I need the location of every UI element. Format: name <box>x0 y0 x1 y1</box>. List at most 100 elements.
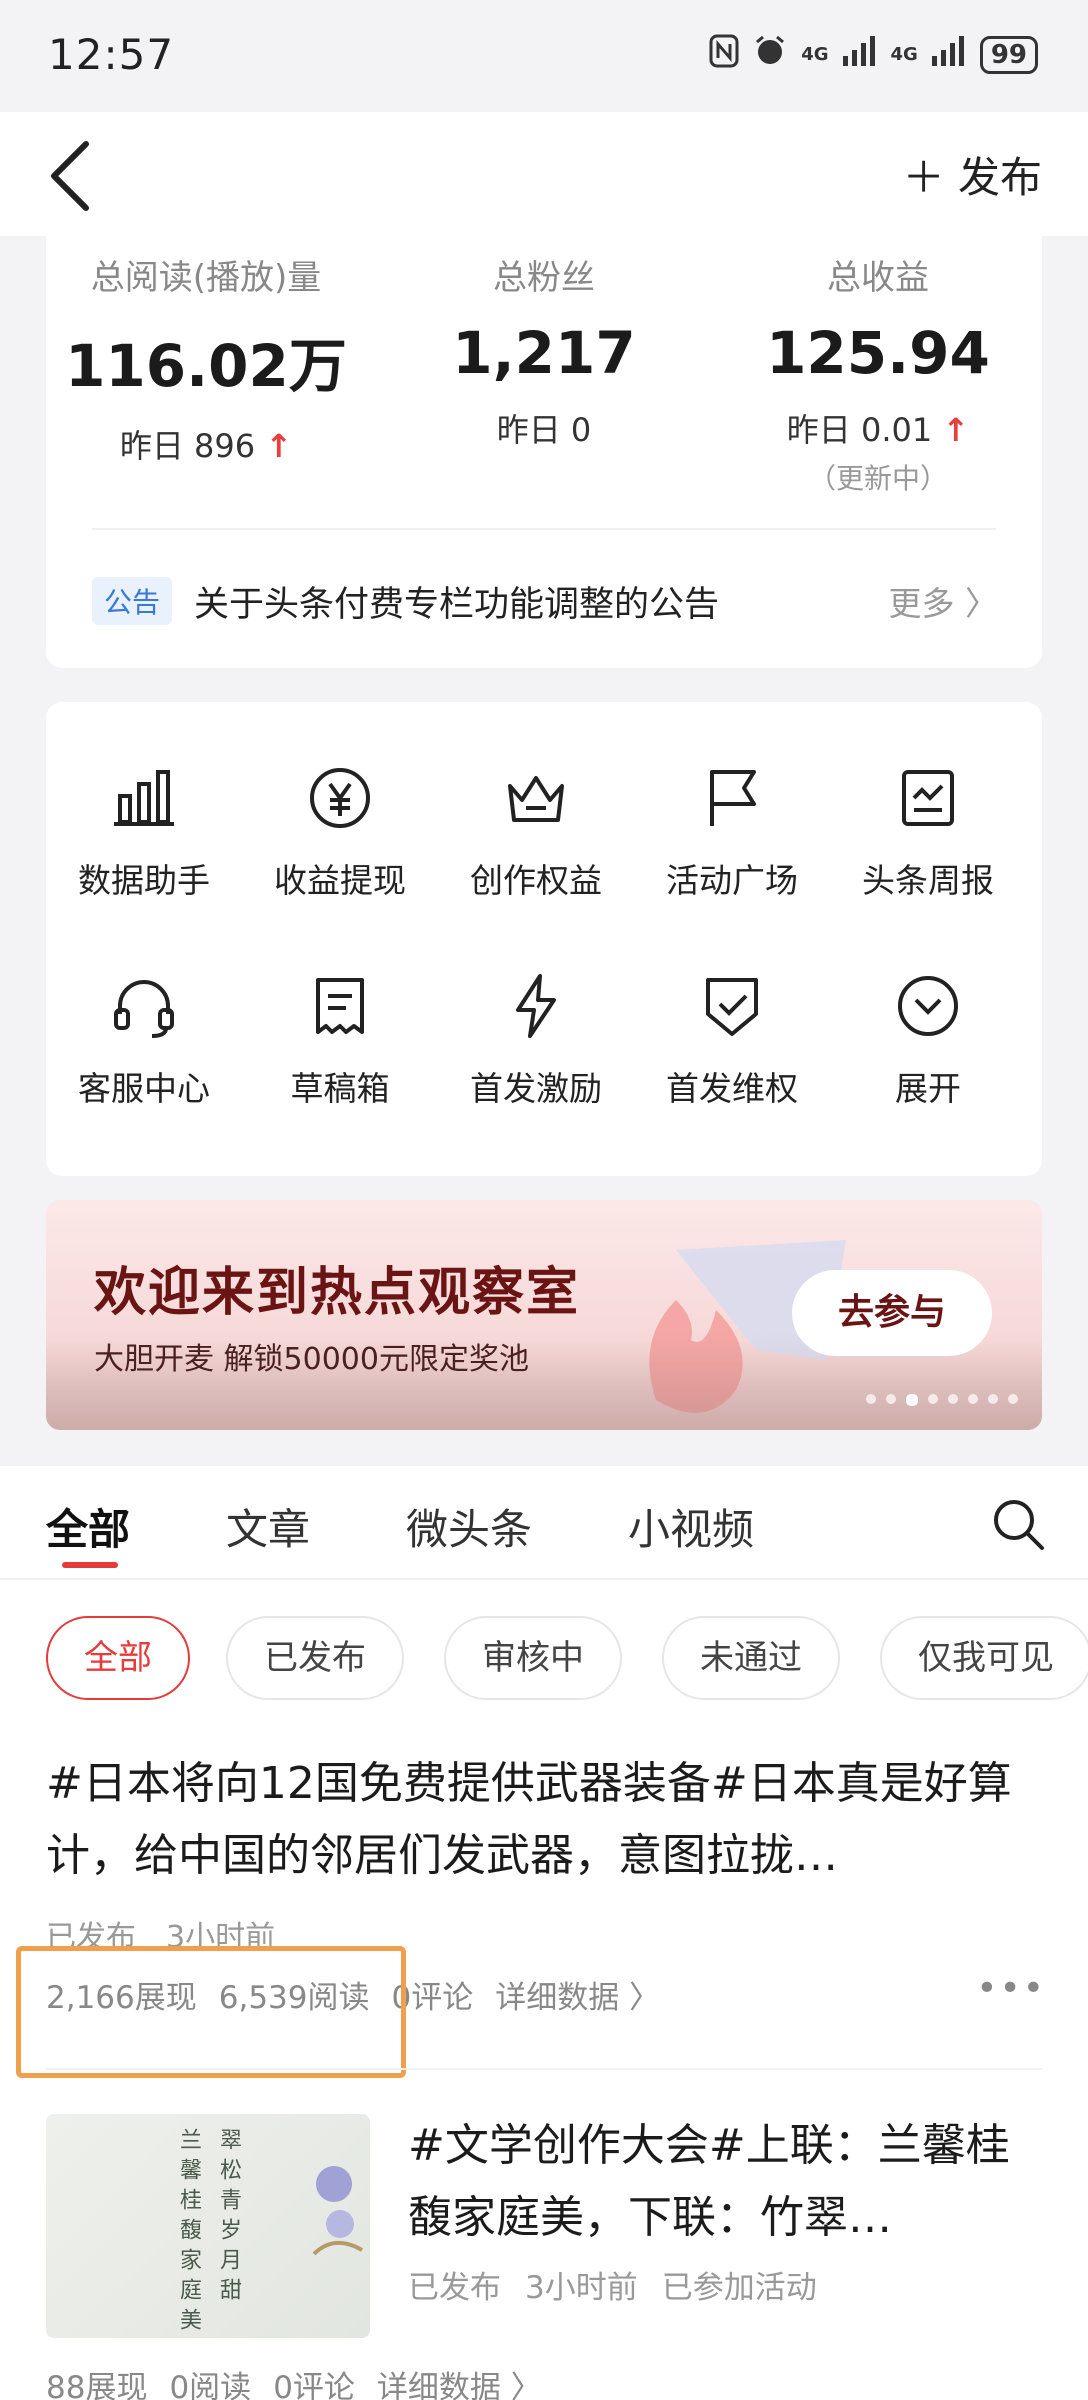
stat-delta: 昨日 0 <box>496 411 592 449</box>
impressions-count: 88展现 <box>46 2370 148 2400</box>
tab-micro-posts[interactable]: 微头条 <box>406 1496 532 1557</box>
filter-private[interactable]: 仅我可见 <box>880 1616 1088 1700</box>
stat-delta: 昨日 896 ↑ <box>119 427 293 465</box>
divider <box>92 528 996 530</box>
tool-label: 数据助手 <box>78 861 210 900</box>
bar-chart-icon <box>114 770 174 826</box>
notice-more-link[interactable]: 更多 〉 <box>889 577 999 625</box>
banner-subtitle: 大胆开麦 解锁50000元限定奖池 <box>94 1342 529 1377</box>
stat-label: 总阅读(播放)量 <box>90 258 322 298</box>
post-meta: 已发布 3小时前 已参加活动 <box>408 2262 817 2307</box>
tool-label: 展开 <box>895 1069 961 1108</box>
filter-rejected[interactable]: 未通过 <box>662 1616 840 1700</box>
post-activity: 已参加活动 <box>661 2270 817 2306</box>
status-bar: 12:57 4G 4G 99 <box>0 0 1088 112</box>
tool-label: 草稿箱 <box>290 1069 390 1108</box>
tool-label: 客服中心 <box>78 1069 210 1108</box>
tool-label: 收益提现 <box>274 861 406 900</box>
alarm-icon <box>753 34 787 75</box>
notice-text: 关于头条付费专栏功能调整的公告 <box>194 584 720 625</box>
tool-customer-service[interactable]: 客服中心 <box>46 970 242 1130</box>
tool-income-withdraw[interactable]: 收益提现 <box>242 762 438 922</box>
draft-icon <box>316 978 364 1034</box>
stat-delta: 昨日 0.01 ↑ <box>786 411 970 449</box>
thumbnail-text: 翠松青岁月甜 <box>216 2128 241 2308</box>
search-icon[interactable] <box>988 1494 1048 1554</box>
signal-icon-2 <box>931 36 966 73</box>
reads-count: 0阅读 <box>169 2370 252 2400</box>
detail-data-link[interactable]: 详细数据 〉 <box>495 1972 660 2017</box>
post-title[interactable]: #文学创作大会#上联：兰馨桂馥家庭美，下联：竹翠… <box>408 2110 1048 2254</box>
notice-bar[interactable]: 公告 关于头条付费专栏功能调整的公告 更多 〉 <box>92 566 998 636</box>
filter-published[interactable]: 已发布 <box>226 1616 404 1700</box>
more-options-icon[interactable]: ••• <box>976 1968 1046 2009</box>
join-button[interactable]: 去参与 <box>792 1270 992 1356</box>
post-time: 3小时前 <box>525 2270 638 2306</box>
tool-label: 首发维权 <box>666 1069 798 1108</box>
tool-activity-square[interactable]: 活动广场 <box>634 762 830 922</box>
tab-short-videos[interactable]: 小视频 <box>628 1496 754 1557</box>
publish-button[interactable]: ＋ 发布 <box>903 144 1042 205</box>
tools-grid: 数据助手 收益提现 创作权益 活动广场 头条周报 客服中心 草稿箱 首发激励 首… <box>46 702 1042 1176</box>
battery-indicator: 99 <box>979 35 1038 74</box>
stat-label: 总粉丝 <box>493 258 595 298</box>
tool-label: 创作权益 <box>470 861 602 900</box>
flag-icon <box>710 770 756 826</box>
network-4g-label: 4G <box>801 43 829 65</box>
tool-expand[interactable]: 展开 <box>830 970 1026 1130</box>
post-title[interactable]: #日本将向12国免费提供武器装备#日本真是好算计，给中国的邻居们发武器，意图拉拢… <box>46 1748 1046 1892</box>
tab-all[interactable]: 全部 <box>46 1496 130 1557</box>
signal-icon <box>842 36 877 73</box>
tool-creator-rights[interactable]: 创作权益 <box>438 762 634 922</box>
filter-reviewing[interactable]: 审核中 <box>444 1616 622 1700</box>
stat-value: 1,217 <box>452 319 636 387</box>
tool-data-assistant[interactable]: 数据助手 <box>46 762 242 922</box>
stat-total-fans[interactable]: 总粉丝 1,217 昨日 0 <box>384 250 704 451</box>
content-tabs: 全部 文章 微头条 小视频 <box>0 1466 1088 1580</box>
tool-label: 活动广场 <box>666 861 798 900</box>
shield-check-icon <box>706 978 758 1036</box>
back-arrow-icon <box>51 141 89 211</box>
tool-first-publish-rights[interactable]: 首发维权 <box>634 970 830 1130</box>
banner-pagination <box>866 1394 1018 1406</box>
detail-data-link[interactable]: 详细数据 〉 <box>377 2362 542 2400</box>
post-thumbnail[interactable]: 兰馨桂馥家庭美 翠松青岁月甜 <box>46 2114 370 2338</box>
back-button[interactable] <box>40 136 110 216</box>
stat-total-income[interactable]: 总收益 125.94 昨日 0.01 ↑ （更新中） <box>718 250 1038 497</box>
expand-icon <box>898 976 958 1036</box>
tool-first-publish-incentive[interactable]: 首发激励 <box>438 970 634 1130</box>
stat-total-reads[interactable]: 总阅读(播放)量 116.02万 昨日 896 ↑ <box>46 250 366 467</box>
banner-title: 欢迎来到热点观察室 <box>94 1263 581 1323</box>
nfc-icon <box>709 34 739 75</box>
headset-icon <box>114 980 174 1038</box>
post-stats: 88展现 0阅读 0评论 详细数据 〉 <box>46 2362 542 2400</box>
status-time: 12:57 <box>48 30 175 79</box>
tool-label: 头条周报 <box>862 861 994 900</box>
active-tab-indicator <box>62 1562 118 1568</box>
stats-card: 总阅读(播放)量 116.02万 昨日 896 ↑ 总粉丝 1,217 昨日 0… <box>46 236 1042 668</box>
network-4g-label-2: 4G <box>890 43 918 65</box>
promo-banner[interactable]: 欢迎来到热点观察室 大胆开麦 解锁50000元限定奖池 去参与 <box>46 1200 1042 1430</box>
notice-tag: 公告 <box>92 577 173 625</box>
stat-value: 125.94 <box>766 319 990 387</box>
thumbnail-text: 兰馨桂馥家庭美 <box>176 2128 201 2338</box>
yuan-coin-icon <box>310 768 370 828</box>
crown-icon <box>508 776 564 822</box>
content-section: 全部 文章 微头条 小视频 全部 已发布 审核中 未通过 仅我可见 #日本将向1… <box>0 1466 1088 2400</box>
filter-all[interactable]: 全部 <box>46 1616 190 1700</box>
tool-label: 首发激励 <box>470 1069 602 1108</box>
stat-label: 总收益 <box>827 258 929 298</box>
status-icons: 4G 4G 99 <box>709 34 1038 75</box>
lightning-icon <box>516 974 556 1038</box>
flower-illustration <box>312 2166 363 2256</box>
divider <box>46 2068 1042 2070</box>
arrow-up-icon: ↑ <box>265 427 293 465</box>
stat-updating-note: （更新中） <box>807 462 948 495</box>
tool-drafts[interactable]: 草稿箱 <box>242 970 438 1130</box>
report-icon <box>902 770 954 826</box>
stat-value: 116.02万 <box>65 332 347 400</box>
tool-weekly-report[interactable]: 头条周报 <box>830 762 1026 922</box>
tab-articles[interactable]: 文章 <box>226 1496 310 1557</box>
nav-bar: ＋ 发布 <box>0 112 1088 236</box>
arrow-up-icon: ↑ <box>942 411 970 449</box>
